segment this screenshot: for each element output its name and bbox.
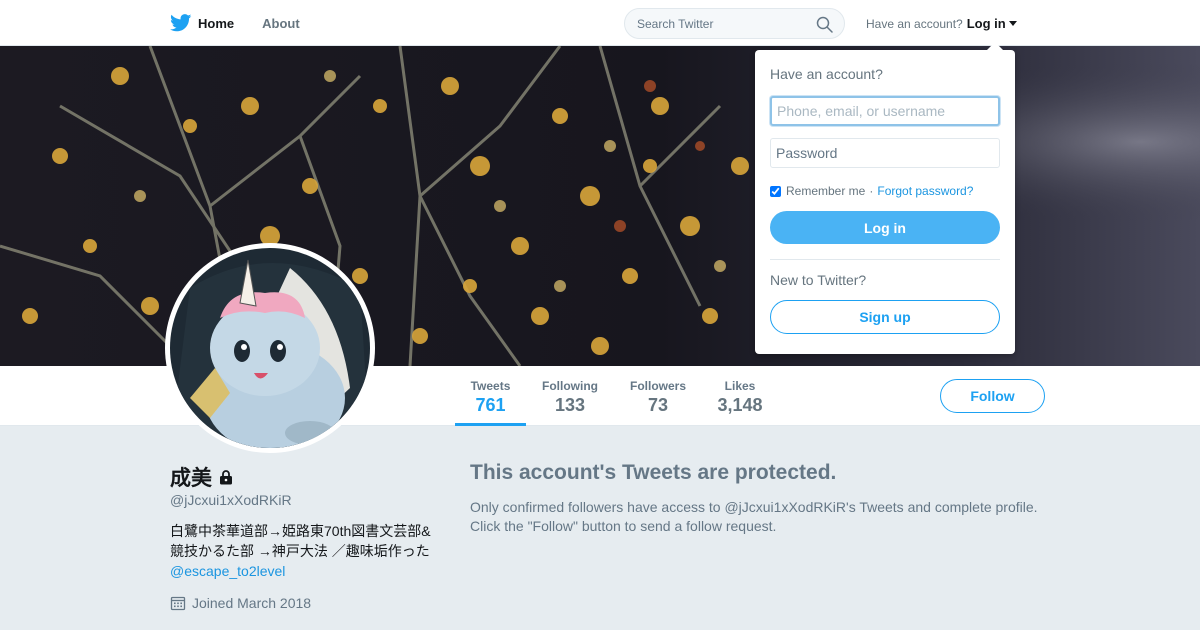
forgot-password-link[interactable]: Forgot password? [877, 184, 973, 198]
stat-followers-value: 73 [647, 395, 669, 415]
search-box [624, 8, 845, 39]
screen-name[interactable]: @jJcxui1xXodRKiR [170, 492, 292, 508]
stat-following[interactable]: Following 133 [534, 366, 606, 426]
login-button[interactable]: Log in [770, 211, 1000, 244]
lock-icon [220, 470, 232, 485]
protected-text: Only confirmed followers have access to … [470, 499, 1038, 534]
have-account-label: Have an account? [866, 16, 963, 31]
stat-likes[interactable]: Likes 3,148 [710, 366, 770, 426]
caret-down-icon [1008, 21, 1017, 26]
stat-tweets-label: Tweets [470, 379, 511, 393]
stat-followers-label: Followers [629, 379, 686, 393]
stat-followers[interactable]: Followers 73 [624, 366, 692, 426]
search-icon[interactable] [816, 16, 833, 33]
new-to-twitter-label: New to Twitter? [770, 272, 867, 288]
stat-tweets-value: 761 [475, 395, 506, 415]
profile-name-text: 成美 [170, 467, 212, 490]
username-input[interactable] [770, 96, 1000, 126]
bio-text: 白鷺中茶華道部→姫路東70th図書文芸部&競技かるた部 →神戸大法 ／趣味垢作っ… [170, 523, 431, 559]
stat-tweets[interactable]: Tweets 761 [455, 366, 526, 426]
dropdown-divider [770, 259, 1000, 260]
login-link[interactable]: Log in [967, 16, 1017, 31]
login-dropdown: Have an account? Remember me · Forgot pa… [755, 42, 1015, 354]
about-link[interactable]: About [262, 16, 300, 31]
profile-bio: 白鷺中茶華道部→姫路東70th図書文芸部&競技かるた部 →神戸大法 ／趣味垢作っ… [170, 521, 432, 581]
search-input[interactable] [637, 16, 807, 31]
twitter-bird-icon [170, 14, 192, 32]
stat-following-label: Following [542, 379, 598, 393]
stat-likes-value: 3,148 [717, 395, 763, 415]
joined-date: Joined March 2018 [170, 595, 311, 611]
home-link[interactable]: Home [170, 14, 234, 32]
remember-checkbox[interactable] [770, 185, 781, 197]
stat-following-value: 133 [554, 395, 586, 415]
password-input[interactable] [770, 138, 1000, 168]
profile-name: 成美 [170, 462, 234, 492]
about-label: About [262, 15, 300, 31]
remember-row: Remember me · Forgot password? [770, 184, 1000, 198]
profile-avatar[interactable] [165, 243, 375, 453]
bio-mention-link[interactable]: @escape_to2level [170, 563, 285, 579]
dropdown-heading: Have an account? [770, 66, 883, 82]
account-prompt: Have an account? Log in [866, 16, 1017, 31]
separator-dot: · [869, 184, 874, 198]
avatar-image [170, 248, 370, 448]
stat-likes-label: Likes [724, 379, 756, 393]
nav-left: Home About [170, 0, 328, 46]
signup-button[interactable]: Sign up [770, 300, 1000, 334]
joined-text: Joined March 2018 [192, 595, 312, 611]
remember-label: Remember me [786, 184, 866, 198]
login-link-label: Log in [966, 16, 1006, 31]
follow-button[interactable]: Follow [940, 379, 1045, 413]
home-label: Home [198, 15, 235, 31]
calendar-icon [170, 596, 186, 611]
top-nav: Home About Have an account? Log in [0, 0, 1200, 46]
protected-title: This account's Tweets are protected. [470, 461, 837, 484]
